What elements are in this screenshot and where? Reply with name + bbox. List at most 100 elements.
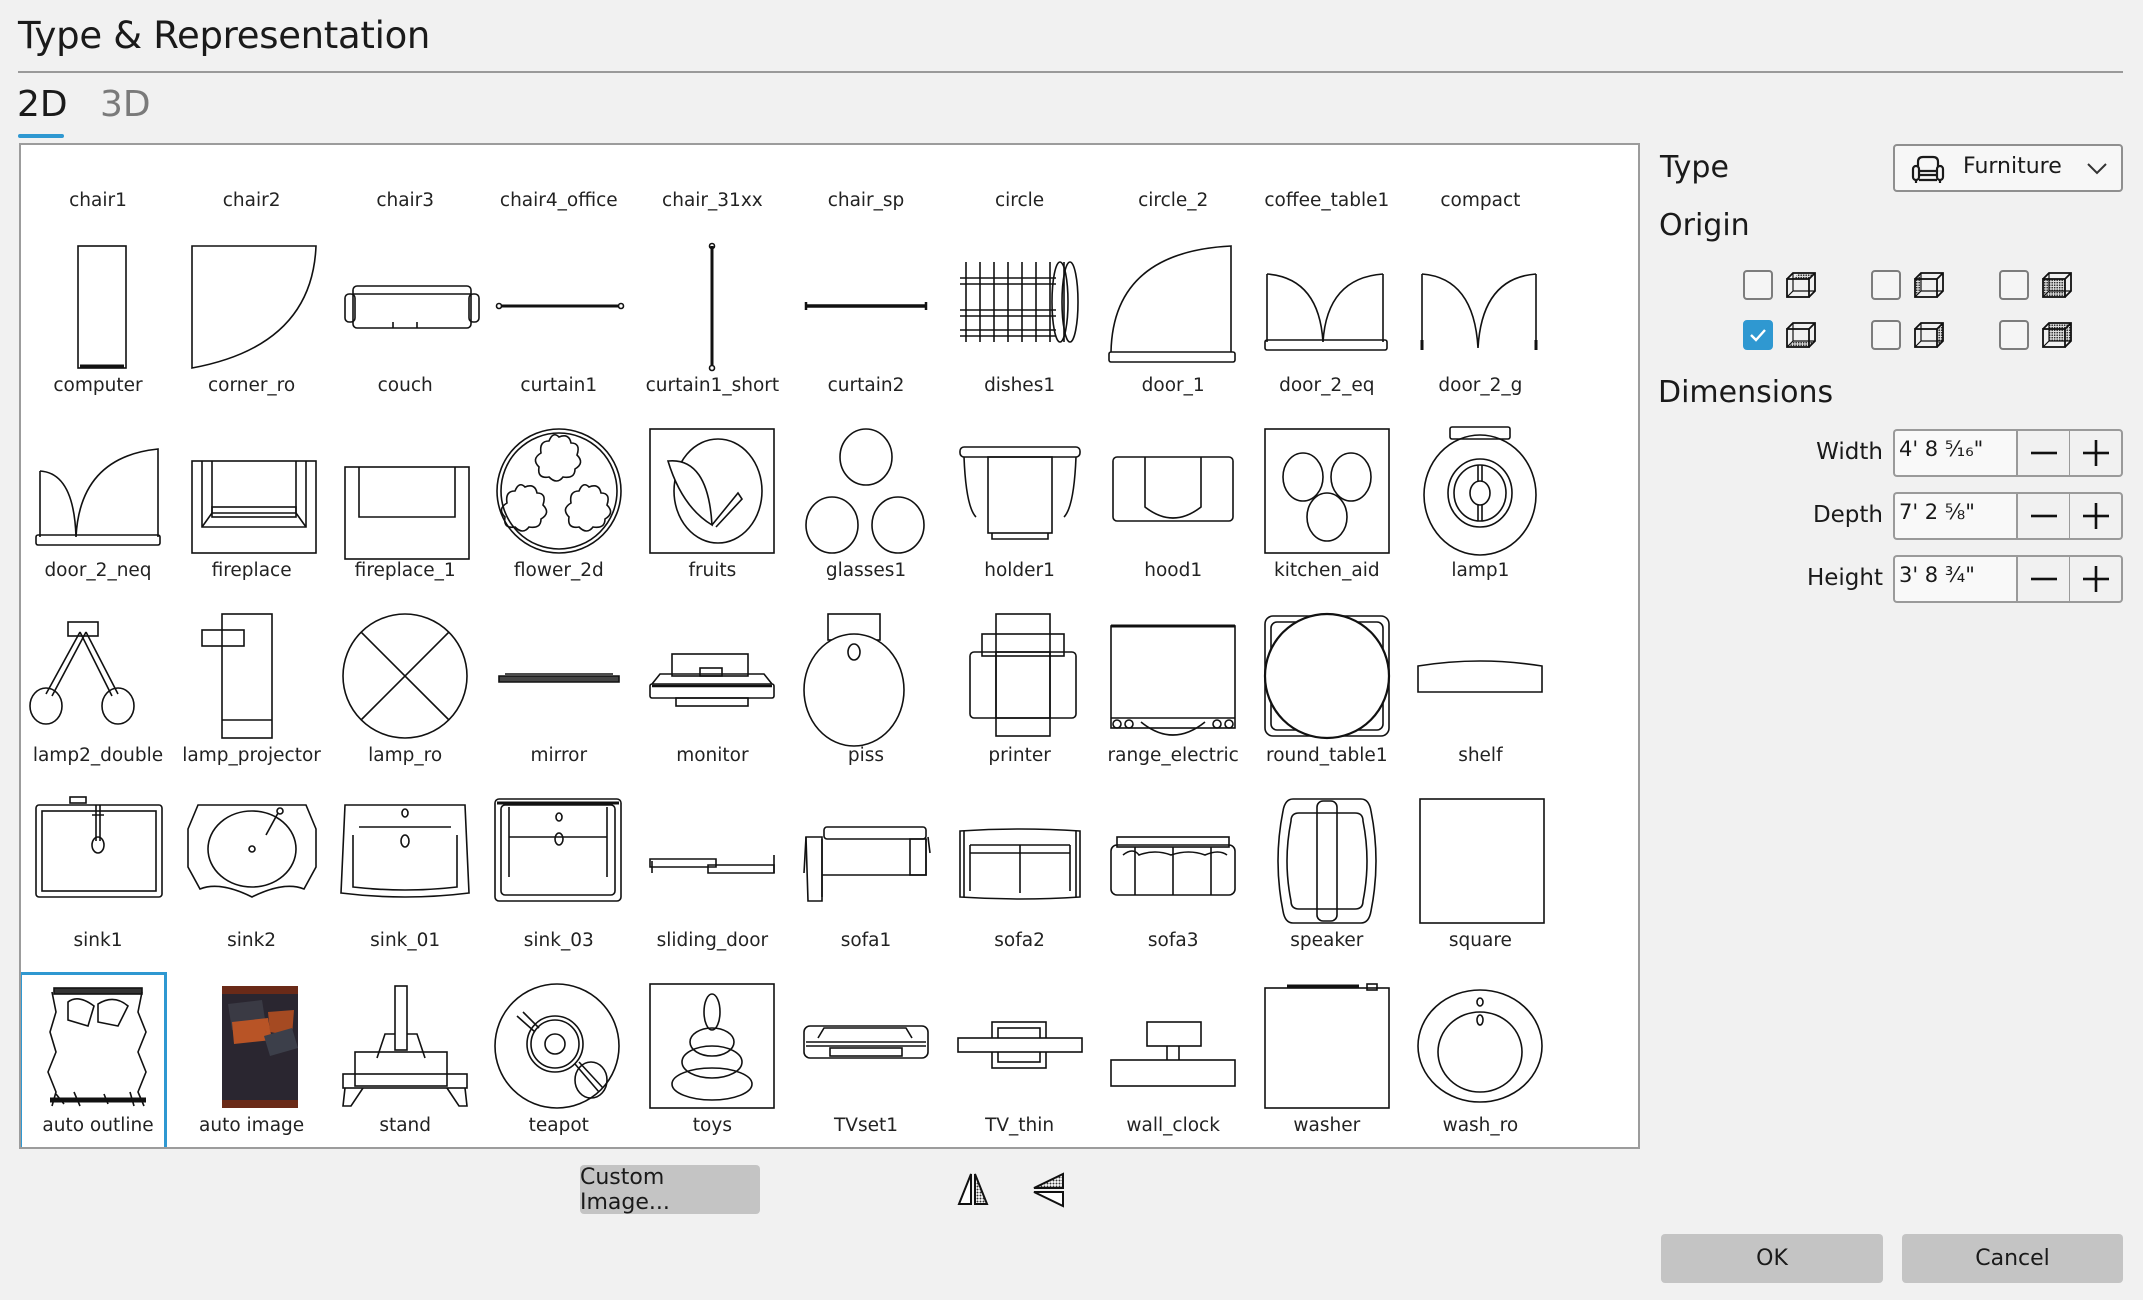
symbol-item-chair-sp[interactable]: chair_sp xyxy=(789,145,943,230)
origin-checkbox-left[interactable] xyxy=(1871,270,1901,300)
symbol-item-speaker[interactable]: speaker xyxy=(1250,785,1404,970)
symbol-item-door-2-g[interactable]: door_2_g xyxy=(1403,230,1557,415)
door-2-eq-icon xyxy=(1263,242,1391,370)
symbol-item-printer[interactable]: printer xyxy=(943,600,1097,785)
dimension-label-width: Width xyxy=(1816,439,1883,465)
symbol-item-lamp-projector[interactable]: lamp_projector xyxy=(175,600,329,785)
symbol-item-fireplace-1[interactable]: fireplace_1 xyxy=(328,415,482,600)
curtain1-short-icon xyxy=(648,242,776,372)
origin-checkbox-back[interactable] xyxy=(1999,320,2029,350)
symbol-item-teapot[interactable]: teapot xyxy=(482,970,636,1147)
symbol-item-corner-ro[interactable]: corner_ro xyxy=(175,230,329,415)
symbol-item-wall-clock[interactable]: wall_clock xyxy=(1096,970,1250,1147)
ok-button[interactable]: OK xyxy=(1661,1234,1883,1283)
type-dropdown[interactable]: Furniture xyxy=(1893,144,2123,192)
symbol-item-mirror[interactable]: mirror xyxy=(482,600,636,785)
symbol-item-shelf[interactable]: shelf xyxy=(1403,600,1557,785)
width-increment-button[interactable] xyxy=(2069,429,2123,477)
symbol-item-circle-2[interactable]: circle_2 xyxy=(1096,145,1250,230)
symbol-item-curtain1[interactable]: curtain1 xyxy=(482,230,636,415)
width-decrement-button[interactable] xyxy=(2016,429,2070,477)
tab-2d[interactable]: 2D xyxy=(17,84,68,125)
dimension-label-height: Height xyxy=(1806,565,1883,591)
symbol-item-holder1[interactable]: holder1 xyxy=(943,415,1097,600)
symbol-item-sink-01[interactable]: sink_01 xyxy=(328,785,482,970)
symbol-item-square[interactable]: square xyxy=(1403,785,1557,970)
symbol-item-compact[interactable]: compact xyxy=(1403,145,1557,230)
height-decrement-button[interactable] xyxy=(2016,555,2070,603)
symbol-item-computer[interactable]: computer xyxy=(21,230,175,415)
width-input[interactable]: 4' 8 ⁵⁄₁₆" xyxy=(1893,429,2017,477)
symbol-item-chair1[interactable]: chair1 xyxy=(21,145,175,230)
symbol-item-lamp1[interactable]: lamp1 xyxy=(1403,415,1557,600)
symbol-item-lamp-ro[interactable]: lamp_ro xyxy=(328,600,482,785)
symbol-item-washer[interactable]: washer xyxy=(1250,970,1404,1147)
curtain1-icon xyxy=(495,242,625,370)
symbol-item-curtain1-short[interactable]: curtain1_short xyxy=(635,230,789,415)
symbol-item-auto-image[interactable]: auto image xyxy=(175,970,329,1147)
lamp-ro-icon xyxy=(341,612,469,740)
kitchen-aid-icon xyxy=(1263,427,1391,555)
symbol-item-auto-outline[interactable]: auto outline xyxy=(21,970,175,1147)
symbol-item-sink1[interactable]: sink1 xyxy=(21,785,175,970)
symbol-item-door-1[interactable]: door_1 xyxy=(1096,230,1250,415)
speaker-icon xyxy=(1263,797,1391,925)
symbol-item-coffee-table1[interactable]: coffee_table1 xyxy=(1250,145,1404,230)
symbol-item-lamp2-double[interactable]: lamp2_double xyxy=(21,600,175,785)
symbol-item-circle[interactable]: circle xyxy=(943,145,1097,230)
symbol-item-hood1[interactable]: hood1 xyxy=(1096,415,1250,600)
symbol-item-fruits[interactable]: fruits xyxy=(635,415,789,600)
symbol-item-chair-31xx[interactable]: chair_31xx xyxy=(635,145,789,230)
symbol-item-piss[interactable]: piss xyxy=(789,600,943,785)
depth-decrement-button[interactable] xyxy=(2016,492,2070,540)
symbol-item-chair4-office[interactable]: chair4_office xyxy=(482,145,636,230)
flip-vertical-icon[interactable] xyxy=(1031,1170,1067,1210)
symbol-item-toys[interactable]: toys xyxy=(635,970,789,1147)
symbol-grid[interactable]: chair1 chair2 chair3 chair4_office chair_31x… xyxy=(19,143,1640,1149)
symbol-item-stand[interactable]: stand xyxy=(328,970,482,1147)
symbol-item-label: lamp_ro xyxy=(368,745,443,766)
origin-checkbox-right[interactable] xyxy=(1871,320,1901,350)
symbol-item-kitchen-aid[interactable]: kitchen_aid xyxy=(1250,415,1404,600)
custom-image-button[interactable]: Custom Image... xyxy=(580,1165,760,1215)
symbol-item-door-2-eq[interactable]: door_2_eq xyxy=(1250,230,1404,415)
symbol-item-sliding-door[interactable]: sliding_door xyxy=(635,785,789,970)
symbol-item-dishes1[interactable]: dishes1 xyxy=(943,230,1097,415)
origin-checkbox-bottom[interactable] xyxy=(1743,320,1773,350)
symbol-item-sofa3[interactable]: sofa3 xyxy=(1096,785,1250,970)
symbol-item-sink2[interactable]: sink2 xyxy=(175,785,329,970)
symbol-item-door-2-neq[interactable]: door_2_neq xyxy=(21,415,175,600)
height-increment-button[interactable] xyxy=(2069,555,2123,603)
symbol-item-sink-03[interactable]: sink_03 xyxy=(482,785,636,970)
tvset1-icon xyxy=(802,982,930,1110)
symbol-item-label: sink1 xyxy=(73,930,123,951)
symbol-item-flower-2d[interactable]: flower_2d xyxy=(482,415,636,600)
auto-outline-icon xyxy=(34,982,162,1110)
origin-checkbox-top[interactable] xyxy=(1743,270,1773,300)
symbol-item-couch[interactable]: couch xyxy=(328,230,482,415)
symbol-item-range-electric[interactable]: range_electric xyxy=(1096,600,1250,785)
origin-checkbox-front[interactable] xyxy=(1999,270,2029,300)
symbol-item-tvset1[interactable]: TVset1 xyxy=(789,970,943,1147)
symbol-item-tv-thin[interactable]: TV_thin xyxy=(943,970,1097,1147)
symbol-item-glasses1[interactable]: glasses1 xyxy=(789,415,943,600)
monitor-icon xyxy=(648,612,776,740)
symbol-item-round-table1[interactable]: round_table1 xyxy=(1250,600,1404,785)
tab-3d[interactable]: 3D xyxy=(100,84,151,125)
symbol-item-sofa1[interactable]: sofa1 xyxy=(789,785,943,970)
depth-input[interactable]: 7' 2 ⅝" xyxy=(1893,492,2017,540)
flip-horizontal-icon[interactable] xyxy=(955,1170,991,1210)
symbol-item-chair2[interactable]: chair2 xyxy=(175,145,329,230)
teapot-icon xyxy=(493,982,623,1110)
height-input[interactable]: 3' 8 ¾" xyxy=(1893,555,2017,603)
symbol-item-label: kitchen_aid xyxy=(1274,560,1380,581)
cancel-button[interactable]: Cancel xyxy=(1902,1234,2123,1283)
symbol-item-fireplace[interactable]: fireplace xyxy=(175,415,329,600)
fireplace-icon xyxy=(188,427,317,555)
depth-increment-button[interactable] xyxy=(2069,492,2123,540)
symbol-item-wash-ro[interactable]: wash_ro xyxy=(1403,970,1557,1147)
symbol-item-curtain2[interactable]: curtain2 xyxy=(789,230,943,415)
symbol-item-chair3[interactable]: chair3 xyxy=(328,145,482,230)
symbol-item-sofa2[interactable]: sofa2 xyxy=(943,785,1097,970)
symbol-item-monitor[interactable]: monitor xyxy=(635,600,789,785)
